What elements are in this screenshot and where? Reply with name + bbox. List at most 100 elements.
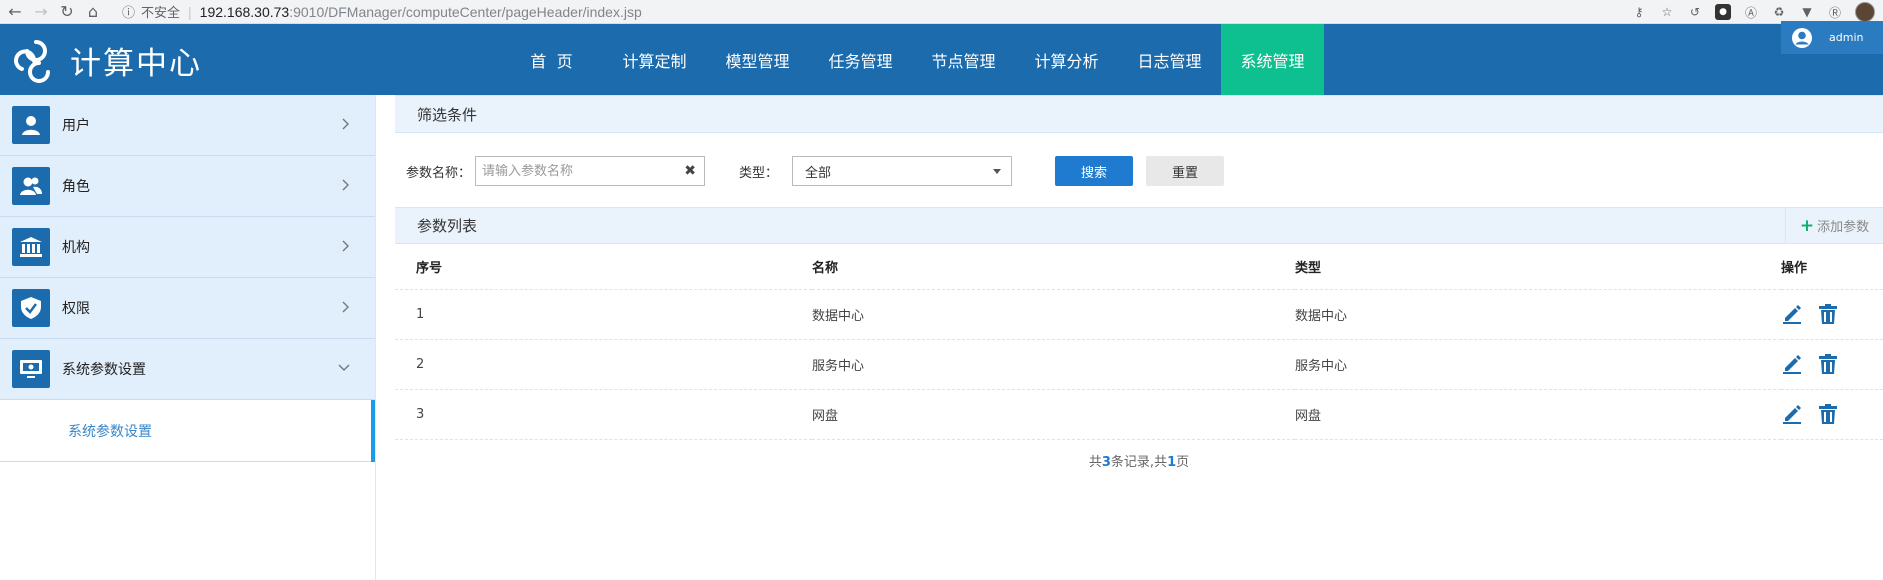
delete-icon[interactable] <box>1817 303 1839 325</box>
cell-type: 服务中心 <box>1295 339 1781 390</box>
column-header-type: 类型 <box>1295 244 1781 290</box>
main-content: 筛选条件 参数名称： ✖ 类型： 全部 搜索 重置 参数列表 + 添加参数 序号… <box>395 95 1883 580</box>
sidebar: 用户 角色 机构 权限 系统参数设置 系统参数设置 <box>0 95 376 580</box>
extension-vue-icon[interactable]: ▼ <box>1799 4 1815 20</box>
sidebar-item-system-params[interactable]: 系统参数设置 <box>0 339 375 400</box>
nav-home[interactable]: 首 页 <box>500 24 603 95</box>
nav-task-management[interactable]: 任务管理 <box>809 24 912 95</box>
sidebar-item-label: 权限 <box>62 301 90 317</box>
user-name: admin <box>1829 31 1864 44</box>
star-icon[interactable]: ☆ <box>1659 4 1675 20</box>
pager-page-count: 1 <box>1167 455 1177 470</box>
logo[interactable]: 计算中心 <box>12 36 202 84</box>
list-panel-title: 参数列表 <box>417 217 478 235</box>
chevron-right-icon <box>342 240 349 252</box>
main-nav: 首 页 计算定制 模型管理 任务管理 节点管理 计算分析 日志管理 系统管理 <box>500 24 1324 95</box>
pager-mid: 条记录,共 <box>1110 455 1168 470</box>
sidebar-item-institution[interactable]: 机构 <box>0 217 375 278</box>
app-header: 计算中心 首 页 计算定制 模型管理 任务管理 节点管理 计算分析 日志管理 系… <box>0 21 1883 95</box>
shield-icon <box>12 289 50 327</box>
add-param-button[interactable]: + 添加参数 <box>1785 208 1883 243</box>
reset-button[interactable]: 重置 <box>1146 156 1225 186</box>
add-param-label: 添加参数 <box>1817 220 1870 235</box>
type-select-value: 全部 <box>805 165 832 181</box>
sidebar-item-role[interactable]: 角色 <box>0 156 375 217</box>
pager-record-count: 3 <box>1101 455 1111 470</box>
cell-name: 服务中心 <box>812 339 1295 390</box>
cell-type: 数据中心 <box>1295 289 1781 340</box>
url-separator: | <box>188 3 192 20</box>
search-button[interactable]: 搜索 <box>1055 156 1134 186</box>
sidebar-item-label: 系统参数设置 <box>62 362 146 378</box>
nav-node-management[interactable]: 节点管理 <box>912 24 1015 95</box>
nav-compute-custom[interactable]: 计算定制 <box>603 24 706 95</box>
param-name-label: 参数名称： <box>406 165 472 181</box>
extension-a-icon[interactable]: Ⓐ <box>1743 4 1759 20</box>
extension-e-icon[interactable]: Ⓡ <box>1827 4 1843 20</box>
sidebar-item-label: 用户 <box>62 118 90 134</box>
caret-down-icon <box>993 169 1002 174</box>
type-select[interactable]: 全部 <box>792 156 1013 186</box>
key-icon[interactable]: ⚷ <box>1631 4 1647 20</box>
filter-row: 参数名称： ✖ 类型： 全部 搜索 重置 <box>395 155 1883 187</box>
browser-profile-avatar[interactable] <box>1855 2 1875 22</box>
cell-index: 1 <box>395 289 812 340</box>
table-row: 1 数据中心 数据中心 <box>395 289 1883 340</box>
nav-log-management[interactable]: 日志管理 <box>1118 24 1221 95</box>
plus-icon: + <box>1799 215 1815 236</box>
delete-icon[interactable] <box>1817 403 1839 425</box>
column-header-index: 序号 <box>395 244 812 290</box>
type-label: 类型： <box>739 165 779 181</box>
url-path: :9010/DFManager/computeCenter/pageHeader… <box>289 3 642 20</box>
sidebar-item-permission[interactable]: 权限 <box>0 278 375 339</box>
pager-prefix: 共 <box>1088 455 1102 470</box>
table-header-row: 序号 名称 类型 操作 <box>395 244 1883 290</box>
users-icon <box>12 167 50 205</box>
reload-icon[interactable]: ↻ <box>56 1 78 23</box>
cell-actions <box>1781 339 1883 390</box>
cell-name: 网盘 <box>812 389 1295 440</box>
monitor-icon <box>12 350 50 388</box>
forward-icon[interactable]: → <box>30 1 52 23</box>
param-name-input[interactable] <box>482 163 673 179</box>
extension-ghost-icon[interactable]: ● <box>1715 4 1731 20</box>
cell-actions <box>1781 389 1883 440</box>
sidebar-item-label: 角色 <box>62 179 90 195</box>
param-name-field[interactable]: ✖ <box>475 156 706 186</box>
user-avatar-icon <box>1792 27 1812 48</box>
back-icon[interactable]: ← <box>4 1 26 23</box>
sidebar-item-label: 机构 <box>62 240 90 256</box>
institution-icon <box>12 228 50 266</box>
column-header-actions: 操作 <box>1781 244 1883 290</box>
user-icon <box>12 106 50 144</box>
info-icon[interactable]: ⓘ <box>122 2 135 21</box>
table-row: 2 服务中心 服务中心 <box>395 339 1883 390</box>
app-title: 计算中心 <box>70 45 202 82</box>
sidebar-item-user[interactable]: 用户 <box>0 95 375 156</box>
chevron-right-icon <box>342 179 349 191</box>
nav-compute-analysis[interactable]: 计算分析 <box>1015 24 1118 95</box>
pagination-summary: 共3条记录,共1页 <box>395 451 1883 470</box>
pager-suffix: 页 <box>1176 455 1190 470</box>
nav-model-management[interactable]: 模型管理 <box>706 24 809 95</box>
clear-icon[interactable]: ✖ <box>684 163 696 179</box>
chevron-down-icon <box>338 364 350 371</box>
edit-icon[interactable] <box>1781 353 1803 375</box>
extension-history-icon[interactable]: ↺ <box>1687 4 1703 20</box>
home-icon[interactable]: ⌂ <box>82 1 104 23</box>
insecure-label: 不安全 <box>141 5 181 20</box>
table-row: 3 网盘 网盘 <box>395 389 1883 440</box>
cell-actions <box>1781 289 1883 340</box>
url-host: 192.168.30.73 <box>199 3 290 20</box>
filter-panel-title: 筛选条件 <box>395 95 1883 133</box>
edit-icon[interactable] <box>1781 403 1803 425</box>
chevron-right-icon <box>342 118 349 130</box>
extension-recycle-icon[interactable]: ♻ <box>1771 4 1787 20</box>
sidebar-subitem-system-params[interactable]: 系统参数设置 <box>0 400 375 462</box>
user-menu[interactable]: admin <box>1781 21 1883 54</box>
nav-system-management[interactable]: 系统管理 <box>1221 24 1324 95</box>
address-bar[interactable]: ⓘ 不安全 | 192.168.30.73:9010/DFManager/com… <box>122 2 642 21</box>
delete-icon[interactable] <box>1817 353 1839 375</box>
param-table: 序号 名称 类型 操作 1 数据中心 数据中心 2 服务中心 服务中心 3 网盘… <box>395 244 1883 440</box>
edit-icon[interactable] <box>1781 303 1803 325</box>
